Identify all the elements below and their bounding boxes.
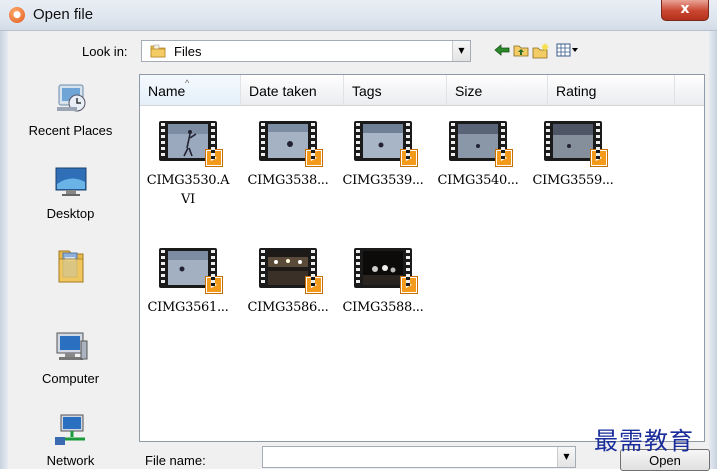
folder-icon [150,44,166,58]
network-icon [54,414,85,445]
play-badge-icon: ▶ [401,150,417,166]
desktop-icon [55,167,86,196]
file-item[interactable]: ▶ CIMG3588... [335,248,431,317]
place-recent-places[interactable]: Recent Places [10,81,131,138]
places-bar: Recent Places Desktop Computer Network [10,73,131,469]
view-menu-icon[interactable] [555,43,581,61]
column-label: Tags [352,83,382,99]
file-name: CIMG3539... [342,173,424,188]
file-name: CIMG3530.A VI [146,173,230,207]
recent-places-icon [56,84,85,112]
file-item[interactable]: ▶ CIMG3561... [140,248,236,317]
column-rating[interactable]: Rating [548,75,675,105]
user-folder-icon [58,250,83,283]
file-name: CIMG3540... [437,173,519,188]
chevron-down-icon[interactable]: ▼ [557,447,575,467]
file-item[interactable]: ▶ CIMG3530.A VI [140,121,236,209]
video-thumbnail: ▶ [259,248,322,293]
place-computer[interactable]: Computer [10,331,131,386]
title-bar: ● Open file x [0,0,717,31]
column-header: ^ Name Date taken Tags Size Rating [140,75,704,106]
place-user-folder[interactable] [10,245,131,288]
chevron-down-icon[interactable]: ▼ [452,41,470,61]
play-badge-icon: ▶ [401,277,417,293]
column-size[interactable]: Size [447,75,548,105]
video-thumbnail: ▶ [159,121,222,166]
column-label: Rating [556,83,597,99]
column-tags[interactable]: Tags [344,75,447,105]
window-title: Open file [33,6,94,23]
column-name[interactable]: ^ Name [140,75,241,105]
column-label: Name [148,83,186,99]
computer-icon [56,332,87,360]
play-badge-icon: ▶ [206,150,222,166]
file-name: CIMG3586... [247,300,329,315]
file-name-combobox[interactable]: ▼ [262,446,576,468]
place-label: Network [46,453,95,468]
look-in-combobox[interactable]: Files ▼ [141,40,471,62]
video-thumbnail: ▶ [159,248,222,293]
window-frame-right [709,31,717,469]
video-thumbnail: ▶ [544,121,607,166]
back-arrow-icon[interactable] [493,43,511,61]
play-badge-icon: ▶ [206,277,222,293]
column-label: Date taken [249,83,317,99]
place-label: Recent Places [28,123,113,138]
watermark-text: 最需教育 [594,427,694,455]
close-button[interactable]: x [661,0,709,21]
file-name-label: File name: [145,453,206,468]
video-thumbnail: ▶ [354,248,417,293]
look-in-value: Files [174,44,202,59]
up-folder-icon[interactable] [512,43,530,61]
play-badge-icon: ▶ [306,150,322,166]
file-name: CIMG3538... [247,173,329,188]
play-badge-icon: ▶ [306,277,322,293]
file-item[interactable]: ▶ CIMG3540... [430,121,526,190]
file-item[interactable]: ▶ CIMG3559... [525,121,621,190]
play-badge-icon: ▶ [496,150,512,166]
video-thumbnail: ▶ [259,121,322,166]
place-desktop[interactable]: Desktop [10,166,131,221]
look-in-label: Look in: [82,44,128,59]
place-label: Computer [41,371,100,386]
place-label: Desktop [46,206,95,221]
file-name: CIMG3559... [532,173,614,188]
file-item[interactable]: ▶ CIMG3539... [335,121,431,190]
play-badge-icon: ▶ [591,150,607,166]
window-frame-left [0,31,8,469]
place-network[interactable]: Network [10,413,131,468]
file-name: CIMG3561... [147,300,229,315]
new-folder-icon[interactable] [532,43,550,61]
app-icon: ● [9,7,25,23]
file-item[interactable]: ▶ CIMG3586... [240,248,336,317]
sort-ascending-icon: ^ [185,78,190,88]
file-name: CIMG3588... [342,300,424,315]
video-thumbnail: ▶ [354,121,417,166]
video-thumbnail: ▶ [449,121,512,166]
column-label: Size [455,83,483,99]
column-date-taken[interactable]: Date taken [241,75,344,105]
file-item[interactable]: ▶ CIMG3538... [240,121,336,190]
file-list-view[interactable]: ^ Name Date taken Tags Size Rating ▶ CIM… [139,74,705,442]
